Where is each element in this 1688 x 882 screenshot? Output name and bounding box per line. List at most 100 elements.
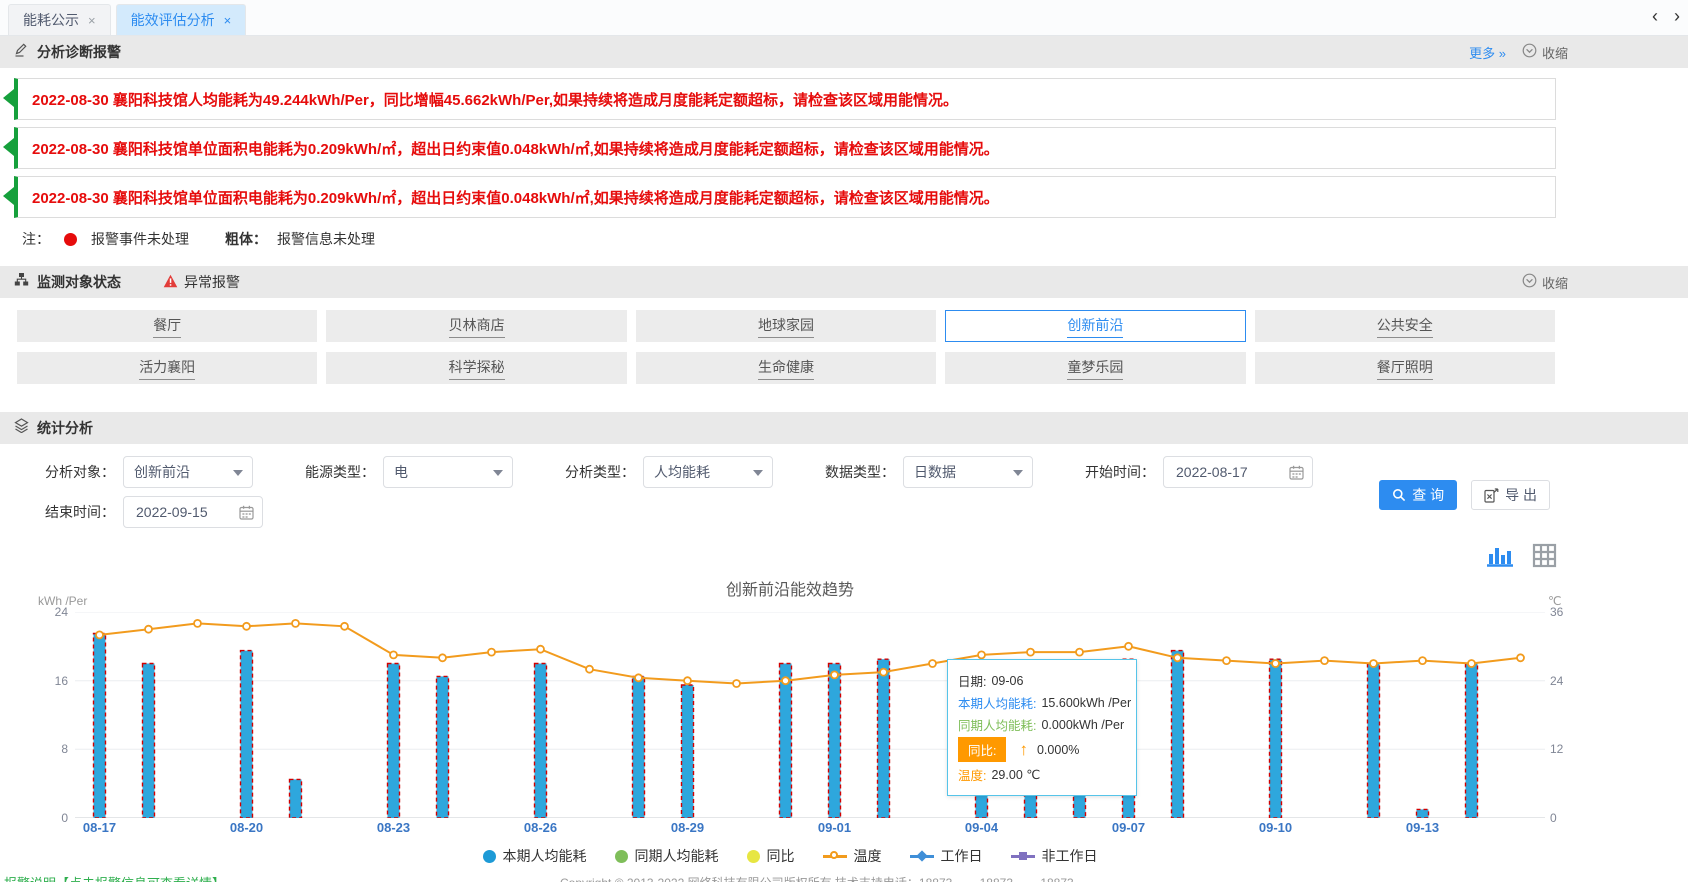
calendar-icon <box>239 505 254 520</box>
monitor-object-button[interactable]: 餐厅 <box>17 310 317 342</box>
monitor-object-button[interactable]: 活力襄阳 <box>17 352 317 384</box>
tooltip-yoy-badge: 同比: <box>958 737 1006 762</box>
stats-section-header: 统计分析 <box>0 412 1688 444</box>
chevron-left-icon[interactable]: ‹ <box>1652 6 1658 26</box>
x-axis-tick: 09-07 <box>1099 820 1159 835</box>
warning-triangle-icon <box>163 274 178 291</box>
filter-group: 能源类型： 电 <box>305 456 513 488</box>
legend-square-marker <box>1019 852 1027 860</box>
note-prefix: 注： <box>22 229 50 249</box>
tooltip-current-value: 15.600kWh /Per <box>1041 696 1131 710</box>
monitor-section-header: 监测对象状态 异常报警 收缩 <box>0 266 1688 298</box>
monitor-object-button[interactable]: 公共安全 <box>1255 310 1555 342</box>
monitor-object-button[interactable]: 贝林商店 <box>326 310 626 342</box>
y-axis-tick-left: 24 <box>34 605 68 619</box>
legend-diamond-marker <box>916 850 927 861</box>
y-axis-tick-right: 12 <box>1550 742 1580 756</box>
start-date-input[interactable]: 2022-08-17 <box>1163 456 1313 488</box>
calendar-icon <box>1289 465 1304 480</box>
legend-item[interactable]: 本期人均能耗 <box>483 846 587 866</box>
filter-label: 能源类型： <box>305 462 375 482</box>
legend-item[interactable]: 同比 <box>747 846 795 866</box>
monitor-object-button[interactable]: 童梦乐园 <box>945 352 1245 384</box>
x-axis-tick: 09-13 <box>1393 820 1453 835</box>
close-icon[interactable]: × <box>224 13 232 28</box>
filter-row-2: 结束时间： 2022-09-15 <box>45 496 263 528</box>
abnormal-alarm-label: 异常报警 <box>184 272 240 292</box>
x-axis-tick: 09-10 <box>1246 820 1306 835</box>
chevron-down-circle-icon <box>1522 43 1537 61</box>
filter-label: 分析对象： <box>45 462 115 482</box>
filter-select[interactable]: 创新前沿 <box>123 456 253 488</box>
x-axis-tick: 08-23 <box>364 820 424 835</box>
tab-label: 能耗公示 <box>23 10 79 30</box>
alert-row[interactable]: 2022-08-30 襄阳科技馆人均能耗为49.244kWh/Per，同比增幅4… <box>14 78 1556 120</box>
tooltip-date-label: 日期: <box>958 671 986 690</box>
filter-select-value: 人均能耗 <box>654 462 710 482</box>
legend-label: 同比 <box>767 846 795 866</box>
legend-line-icon <box>823 850 847 863</box>
note-dot-text: 报警事件未处理 <box>91 229 189 249</box>
plot-area <box>75 612 1545 818</box>
collapse-button[interactable]: 收缩 <box>1522 43 1568 62</box>
monitor-object-label: 餐厅照明 <box>1377 357 1433 380</box>
y-axis-tick-left: 16 <box>34 674 68 688</box>
filter-label: 分析类型： <box>565 462 635 482</box>
section-title: 统计分析 <box>37 418 93 438</box>
alert-row[interactable]: 2022-08-30 襄阳科技馆单位面积电能耗为0.209kWh/㎡，超出日约束… <box>14 176 1556 218</box>
monitor-object-label: 公共安全 <box>1377 315 1433 338</box>
tab-bar: 能耗公示 × 能效评估分析 × ‹ › <box>0 0 1688 36</box>
chevron-down-icon <box>1013 470 1023 476</box>
legend-line-icon <box>910 850 934 863</box>
green-arrow-icon <box>3 187 14 205</box>
alert-legend-note: 注： 报警事件未处理 粗体： 报警信息未处理 <box>22 229 375 249</box>
monitor-object-label: 科学探秘 <box>449 357 505 380</box>
chart-title: 创新前沿能效趋势 <box>0 576 1580 600</box>
monitor-object-label: 生命健康 <box>758 357 814 380</box>
page-footer: 报警说明【点击报警信息可查看详情】 Copyright © 2013-2022 … <box>0 872 1688 882</box>
start-date-label: 开始时间： <box>1085 462 1155 482</box>
monitor-object-button[interactable]: 地球家园 <box>636 310 936 342</box>
collapse-button[interactable]: 收缩 <box>1522 273 1568 292</box>
chart-legend: 本期人均能耗 同期人均能耗 同比 温度 工作日 非工作日 <box>0 846 1580 866</box>
legend-label: 同期人均能耗 <box>635 846 719 866</box>
monitor-object-button[interactable]: 科学探秘 <box>326 352 626 384</box>
tooltip-current-label: 本期人均能耗: <box>958 693 1036 712</box>
alert-text: 2022-08-30 襄阳科技馆单位面积电能耗为0.209kWh/㎡，超出日约束… <box>32 138 999 159</box>
tooltip-previous-value: 0.000kWh /Per <box>1041 718 1124 732</box>
up-arrow-icon: ↑ <box>1019 740 1028 760</box>
legend-dot-icon <box>747 850 760 863</box>
legend-item[interactable]: 同期人均能耗 <box>615 846 719 866</box>
monitor-object-label: 童梦乐园 <box>1067 357 1123 380</box>
end-date-input[interactable]: 2022-09-15 <box>123 496 263 528</box>
monitor-object-label: 餐厅 <box>153 315 181 338</box>
monitor-object-button[interactable]: 创新前沿 <box>945 310 1245 342</box>
tooltip-previous-label: 同期人均能耗: <box>958 715 1036 734</box>
tab-efficiency-analysis[interactable]: 能效评估分析 × <box>116 4 247 35</box>
x-axis-tick: 08-20 <box>217 820 277 835</box>
chart-tooltip: 日期:09-06 本期人均能耗:15.600kWh /Per 同期人均能耗:0.… <box>947 659 1137 796</box>
green-arrow-icon <box>3 138 14 156</box>
alert-list: 2022-08-30 襄阳科技馆人均能耗为49.244kWh/Per，同比增幅4… <box>14 78 1556 225</box>
table-view-icon[interactable] <box>1532 543 1557 573</box>
filter-label: 数据类型： <box>825 462 895 482</box>
monitor-object-button[interactable]: 餐厅照明 <box>1255 352 1555 384</box>
green-arrow-icon <box>3 89 14 107</box>
close-icon[interactable]: × <box>88 13 96 28</box>
filter-select[interactable]: 电 <box>383 456 513 488</box>
bar-chart-view-icon[interactable] <box>1486 542 1514 574</box>
filter-select[interactable]: 人均能耗 <box>643 456 773 488</box>
legend-item[interactable]: 温度 <box>823 846 882 866</box>
legend-item[interactable]: 工作日 <box>910 846 983 866</box>
alert-row[interactable]: 2022-08-30 襄阳科技馆单位面积电能耗为0.209kWh/㎡，超出日约束… <box>14 127 1556 169</box>
chevron-right-icon[interactable]: › <box>1674 6 1680 26</box>
layers-icon <box>14 418 29 438</box>
export-button[interactable]: 导 出 <box>1471 480 1550 510</box>
more-link[interactable]: 更多 » <box>1469 43 1506 62</box>
monitor-object-button[interactable]: 生命健康 <box>636 352 936 384</box>
legend-label: 非工作日 <box>1042 846 1098 866</box>
legend-item[interactable]: 非工作日 <box>1011 846 1098 866</box>
query-button[interactable]: 查 询 <box>1379 480 1457 510</box>
filter-select[interactable]: 日数据 <box>903 456 1033 488</box>
tab-energy-publicity[interactable]: 能耗公示 × <box>8 4 111 35</box>
